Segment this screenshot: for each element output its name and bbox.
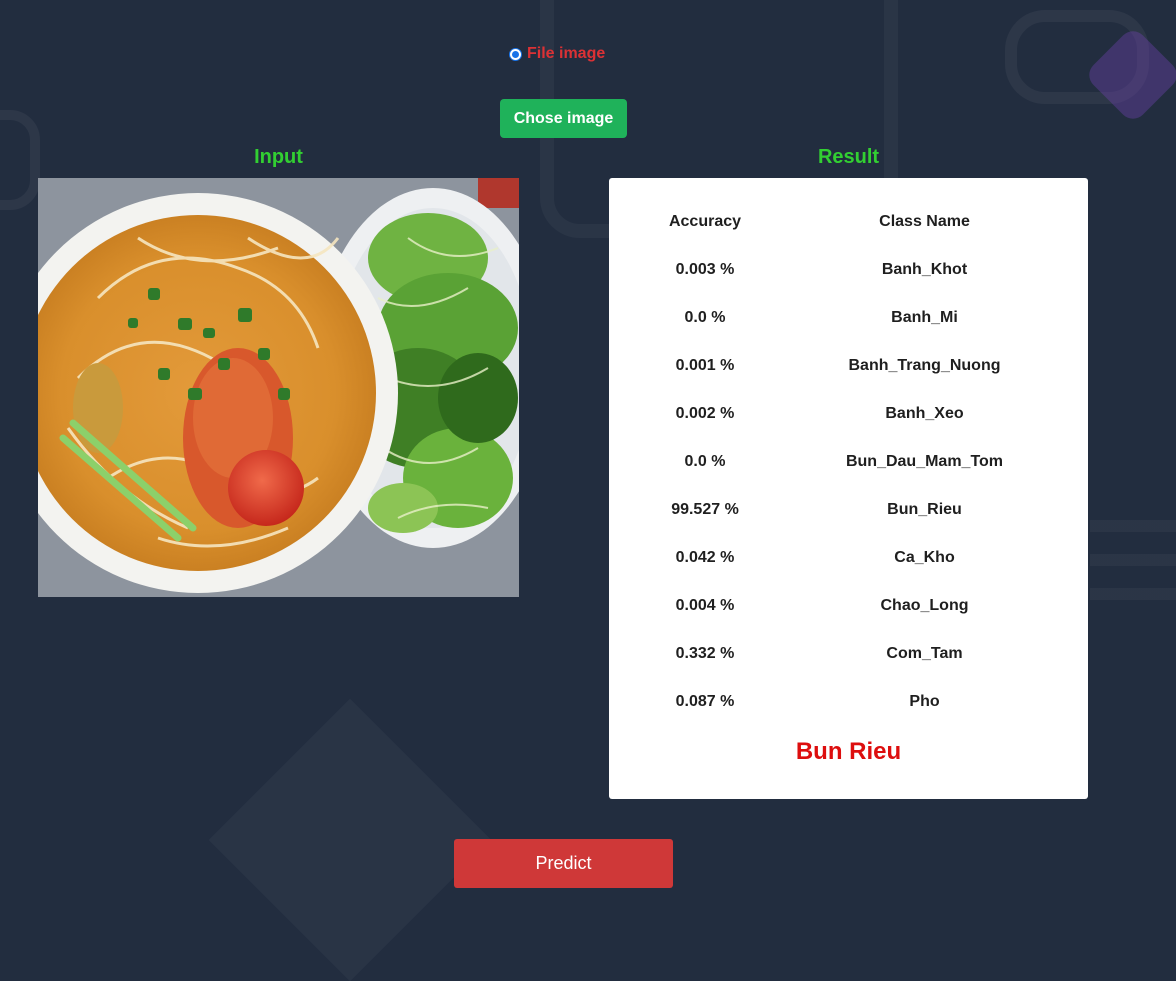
class-name-cell: Bun_Dau_Mam_Tom <box>845 453 1004 470</box>
class-name-cell: Banh_Khot <box>881 261 968 278</box>
table-row: 0.0 % Bun_Dau_Mam_Tom <box>609 438 1088 486</box>
background-cloud-shape <box>1005 10 1149 104</box>
chose-image-button[interactable]: Chose image <box>500 99 627 138</box>
result-heading: Result <box>817 146 880 168</box>
file-image-radio[interactable] <box>509 47 522 61</box>
table-row: 99.527 % Bun_Rieu <box>609 486 1088 534</box>
result-panel: Accuracy Class Name 0.003 % Banh_Khot 0.… <box>609 178 1088 799</box>
predict-button[interactable]: Predict <box>454 839 673 888</box>
accuracy-cell: 0.0 % <box>684 453 726 470</box>
class-name-cell: Bun_Rieu <box>887 501 962 518</box>
table-row: 0.001 % Banh_Trang_Nuong <box>609 342 1088 390</box>
table-row: 0.002 % Banh_Xeo <box>609 390 1088 438</box>
accuracy-cell: 0.087 % <box>675 693 735 710</box>
class-name-cell: Banh_Mi <box>891 309 958 326</box>
accuracy-cell: 99.527 % <box>671 501 739 518</box>
accuracy-cell: 0.003 % <box>675 261 735 278</box>
background-diamond-shape <box>209 699 492 981</box>
source-option-file-image[interactable]: File image <box>509 45 605 63</box>
background-left-shape <box>0 110 40 210</box>
table-row: 0.087 % Pho <box>609 678 1088 726</box>
accuracy-cell: 0.0 % <box>684 309 726 326</box>
accuracy-cell: 0.332 % <box>675 645 735 662</box>
background-accent-shape <box>1083 25 1176 125</box>
table-row: 0.003 % Banh_Khot <box>609 246 1088 294</box>
accuracy-column-header: Accuracy <box>668 213 742 230</box>
table-row: 0.004 % Chao_Long <box>609 582 1088 630</box>
accuracy-cell: 0.001 % <box>675 357 735 374</box>
food-photo-illustration <box>38 178 519 597</box>
class-name-column-header: Class Name <box>879 213 970 230</box>
accuracy-cell: 0.004 % <box>675 597 735 614</box>
table-row: 0.0 % Banh_Mi <box>609 294 1088 342</box>
input-heading: Input <box>254 146 303 168</box>
prediction-label: Bun Rieu <box>795 738 902 765</box>
file-image-label[interactable]: File image <box>527 45 605 63</box>
class-name-cell: Ca_Kho <box>894 549 955 566</box>
input-image <box>38 178 519 597</box>
class-name-cell: Chao_Long <box>880 597 969 614</box>
class-name-cell: Pho <box>909 693 940 710</box>
accuracy-cell: 0.002 % <box>675 405 735 422</box>
background-lines-shape <box>1090 520 1176 610</box>
class-name-cell: Com_Tam <box>886 645 963 662</box>
result-table-header: Accuracy Class Name <box>609 198 1088 246</box>
result-table: Accuracy Class Name 0.003 % Banh_Khot 0.… <box>609 198 1088 726</box>
class-name-cell: Banh_Trang_Nuong <box>848 357 1001 374</box>
table-row: 0.332 % Com_Tam <box>609 630 1088 678</box>
table-row: 0.042 % Ca_Kho <box>609 534 1088 582</box>
accuracy-cell: 0.042 % <box>675 549 735 566</box>
class-name-cell: Banh_Xeo <box>885 405 964 422</box>
